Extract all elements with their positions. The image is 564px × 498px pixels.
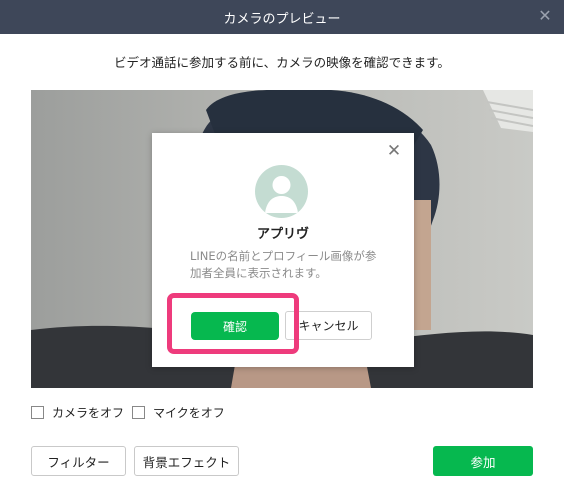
default-avatar-icon (255, 165, 308, 218)
window-title: カメラのプレビュー (223, 11, 341, 27)
close-icon[interactable]: ✕ (536, 7, 554, 25)
description-line: 加者全員に表示されます。 (190, 266, 327, 280)
confirm-button[interactable]: 確認 (191, 312, 279, 340)
profile-name: アプリヴ (256, 227, 309, 242)
checkbox-box[interactable] (132, 406, 145, 419)
background-effect-button[interactable]: 背景エフェクト (134, 446, 239, 476)
profile-description: LINEの名前とプロフィール画像が参 加者全員に表示されます。 (190, 248, 380, 282)
camera-off-label: カメラをオフ (52, 406, 125, 420)
cancel-button[interactable]: キャンセル (285, 311, 372, 340)
mic-off-label: マイクをオフ (153, 406, 225, 420)
join-button[interactable]: 参加 (433, 446, 533, 476)
filter-button[interactable]: フィルター (31, 446, 126, 476)
title-bar: カメラのプレビュー ✕ (0, 0, 564, 34)
close-icon[interactable]: ✕ (386, 143, 402, 160)
instruction-text: ビデオ通話に参加する前に、カメラの映像を確認できます。 (114, 55, 450, 70)
description-line: LINEの名前とプロフィール画像が参 (190, 249, 377, 263)
checkbox-box[interactable] (31, 406, 44, 419)
camera-off-checkbox[interactable]: カメラをオフ (31, 404, 124, 421)
profile-confirm-dialog: ✕ アプリヴ LINEの名前とプロフィール画像が参 加者全員に表示されます。 確… (152, 133, 414, 367)
mic-off-checkbox[interactable]: マイクをオフ (132, 404, 225, 421)
